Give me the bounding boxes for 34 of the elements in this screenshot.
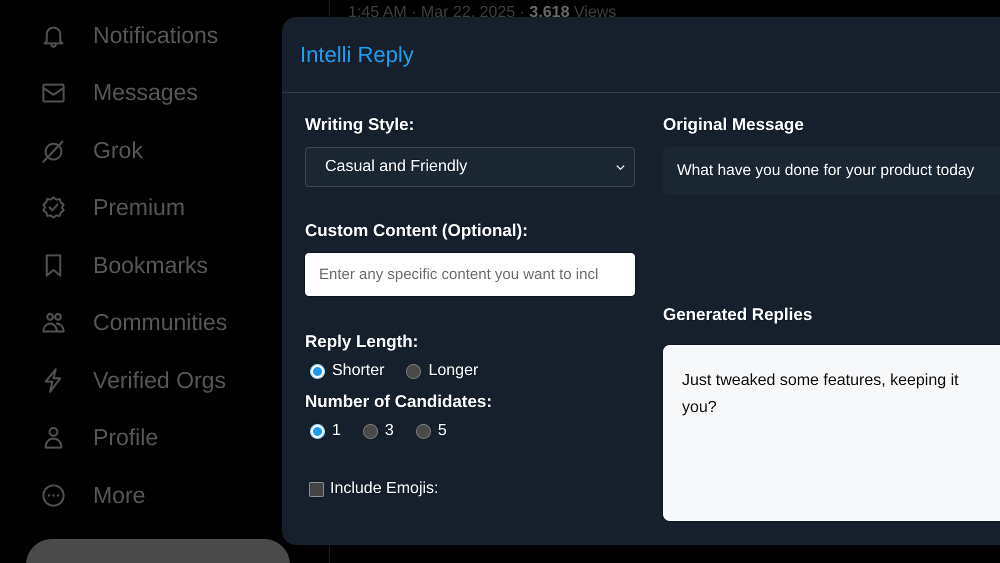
- nav-item[interactable]: Communities: [93, 309, 228, 336]
- nav-item[interactable]: Verified Orgs: [93, 366, 226, 394]
- section-title: Original Message: [663, 115, 805, 135]
- option-label[interactable]: Longer: [428, 362, 478, 380]
- nav-item[interactable]: Grok: [93, 136, 143, 164]
- radio-button[interactable]: [362, 424, 378, 438]
- post-timestamp: 1:45 AM · Mar 22, 2025 · 3,618 Views: [348, 4, 618, 22]
- nav-item[interactable]: Messages: [93, 79, 198, 106]
- field-label: Number of Candidates:: [305, 392, 494, 412]
- nav-item[interactable]: Premium: [93, 194, 186, 222]
- verified-badge-icon[interactable]: [40, 194, 67, 222]
- original-message: What have you done for your product today: [663, 147, 1000, 195]
- option-label[interactable]: 3: [384, 422, 394, 440]
- radio-button[interactable]: [406, 364, 422, 378]
- nav-item[interactable]: More: [93, 482, 146, 509]
- field-label: Custom Content (Optional):: [305, 221, 529, 241]
- more-icon[interactable]: [40, 482, 67, 509]
- dialog-title: Intelli Reply: [300, 42, 414, 68]
- nav-item[interactable]: Profile: [93, 424, 158, 452]
- checkbox-label[interactable]: Include Emojis:: [330, 480, 438, 498]
- option-label[interactable]: 5: [438, 422, 447, 440]
- option-label[interactable]: 1: [332, 422, 341, 440]
- style-dropdown[interactable]: Casual and Friendly: [305, 147, 635, 187]
- field-label: Writing Style:: [305, 115, 416, 135]
- custom-content-field[interactable]: Enter any specific content you want to incl: [305, 253, 635, 296]
- option-label[interactable]: Shorter: [332, 362, 384, 380]
- field-label: Reply Length:: [305, 332, 420, 352]
- reply-text: you?: [682, 398, 718, 418]
- nav-item[interactable]: Bookmarks: [93, 252, 208, 279]
- radio-button[interactable]: [416, 424, 431, 438]
- reply-text: Just tweaked some features, keeping it: [682, 371, 960, 391]
- checkbox[interactable]: [309, 482, 324, 496]
- nav-item[interactable]: Notifications: [93, 22, 218, 49]
- section-title: Generated Replies: [663, 305, 814, 325]
